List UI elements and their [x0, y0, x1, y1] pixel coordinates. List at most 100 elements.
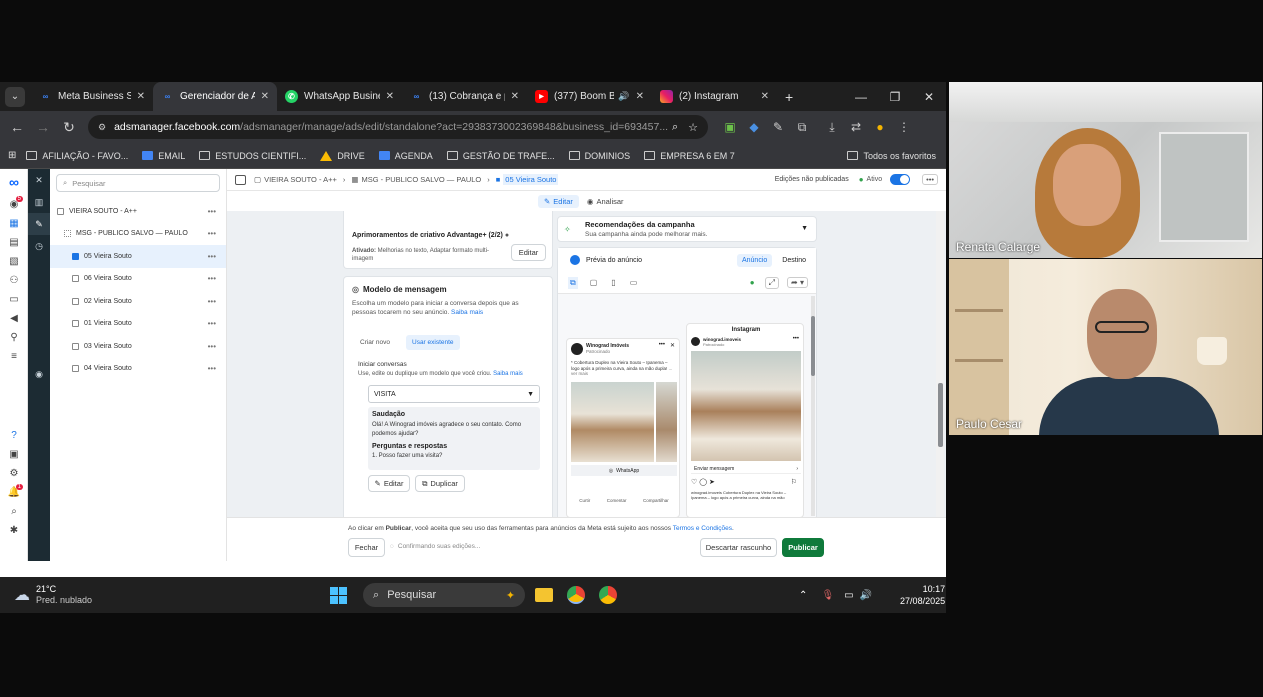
tab-whatsapp[interactable]: ✆ WhatsApp Busine ✕ — [277, 82, 402, 111]
menu-icon[interactable]: ≡ — [0, 347, 28, 366]
tab-billing[interactable]: ∞ (13) Cobrança e pa ✕ — [402, 82, 527, 111]
breadcrumb-adset[interactable]: MSG - PUBLICO SALVO — PAULO — [362, 175, 482, 184]
tree-ad[interactable]: 02 Vieira Souto ••• — [50, 290, 226, 313]
history-icon[interactable]: ◷ — [28, 235, 50, 257]
close-tab-icon[interactable]: ✕ — [511, 91, 519, 102]
preview-toggle[interactable] — [570, 255, 580, 265]
more-icon[interactable]: ••• — [208, 229, 216, 238]
chevron-up-icon[interactable]: ⌃ — [799, 590, 807, 601]
bookmark-star-icon[interactable]: ☆ — [688, 121, 698, 134]
more-icon[interactable]: ••• — [208, 364, 216, 373]
minimize-button[interactable]: — — [844, 90, 878, 104]
tab-youtube[interactable]: ▶ (377) Boom Ba 🔊 ✕ — [527, 82, 652, 111]
recommendations-card[interactable]: ✧ Recomendações da campanha Sua campanha… — [557, 216, 817, 242]
template-edit-button[interactable]: ✎ Editar — [368, 475, 410, 492]
toggle-panel-icon[interactable] — [235, 174, 246, 185]
bookmark-drive[interactable]: DRIVE — [320, 150, 365, 161]
chrome-profile-icon[interactable] — [599, 586, 618, 604]
publish-button[interactable]: Publicar — [782, 538, 824, 557]
audiences-icon[interactable]: ⚇ — [0, 271, 28, 290]
tab-meta-business[interactable]: ∞ Meta Business Sui ✕ — [31, 82, 153, 111]
template-duplicate-button[interactable]: ⧉ Duplicar — [415, 475, 465, 492]
weather-widget[interactable]: 21°C Pred. nublado — [36, 584, 92, 606]
bookmark-agenda[interactable]: AGENDA — [378, 151, 433, 161]
more-icon[interactable]: ••• — [208, 297, 216, 306]
chrome-icon[interactable] — [567, 586, 586, 604]
bookmark-folder[interactable]: AFILIAÇÃO - FAVO... — [26, 151, 128, 161]
apps-grid-icon[interactable]: ⊞ — [8, 150, 16, 161]
bookmark-folder[interactable]: DOMINIOS — [568, 151, 630, 161]
bookmark-folder[interactable]: ESTUDOS CIENTIFI... — [199, 151, 306, 161]
placements-icon[interactable]: ⧉ — [568, 276, 578, 289]
billing-icon[interactable]: ▭ — [0, 290, 28, 309]
tree-ad[interactable]: 01 Vieira Souto ••• — [50, 313, 226, 336]
media-icon[interactable]: ▧ — [0, 252, 28, 271]
speaker-icon[interactable]: 🔊 — [618, 91, 629, 102]
advantage-edit-button[interactable]: Editar — [511, 244, 546, 261]
close-tab-icon[interactable]: ✕ — [261, 91, 269, 102]
volume-icon[interactable]: 🔊 — [860, 590, 872, 601]
translate-icon[interactable]: ⇄ — [844, 120, 868, 134]
chevron-down-icon[interactable]: ▼ — [801, 225, 808, 232]
tab-edit[interactable]: ✎ Editar — [538, 194, 579, 208]
tab-instagram[interactable]: (2) Instagram ✕ — [652, 82, 777, 111]
people-icon[interactable]: ⚲ — [0, 328, 28, 347]
breadcrumb-campaign[interactable]: VIEIRA SOUTO - A++ — [264, 175, 337, 184]
bookmark-email[interactable]: EMAIL — [142, 151, 185, 161]
alerts-icon[interactable]: 🔔 1 — [0, 483, 28, 502]
url-bar[interactable]: ⚙ adsmanager.facebook.com /adsmanager/ma… — [88, 115, 708, 139]
discard-draft-button[interactable]: Descartar rascunho — [700, 538, 777, 557]
feed-icon[interactable]: ▢ — [590, 278, 598, 287]
tree-ad[interactable]: 06 Vieira Souto ••• — [50, 268, 226, 291]
notifications-icon[interactable]: ◉ 5 — [0, 195, 28, 214]
report-icon[interactable]: ▣ — [0, 445, 28, 464]
more-icon[interactable]: ••• — [208, 319, 216, 328]
reels-icon[interactable]: ▭ — [630, 278, 638, 287]
extension-icon[interactable]: ▣ — [718, 120, 742, 134]
settings-icon[interactable]: ⚙ — [0, 464, 28, 483]
more-icon[interactable]: ••• — [208, 252, 216, 261]
close-tab-icon[interactable]: ✕ — [137, 91, 145, 102]
search-icon[interactable]: ⌕ — [0, 502, 28, 521]
windows-start-icon[interactable] — [330, 586, 348, 604]
download-icon[interactable]: ⤓ — [820, 120, 844, 135]
terms-link[interactable]: Termos e Condições — [673, 525, 732, 532]
expand-icon[interactable]: ⤢ — [764, 276, 780, 289]
site-info-icon[interactable]: ⚙ — [98, 122, 106, 133]
maximize-button[interactable]: ❐ — [878, 90, 912, 104]
more-options-button[interactable]: ••• — [922, 174, 938, 185]
page-scrollbar[interactable] — [936, 211, 944, 517]
tree-ad[interactable]: 04 Vieira Souto ••• — [50, 358, 226, 381]
bookmark-folder[interactable]: EMPRESA 6 EM 7 — [644, 151, 735, 161]
puzzle-icon[interactable]: ⧉ — [790, 120, 814, 135]
learn-more-link[interactable]: Saiba mais — [451, 309, 483, 316]
pen-icon[interactable]: ✎ — [766, 120, 790, 134]
all-bookmarks[interactable]: Todos os favoritos — [847, 151, 936, 161]
tree-adset[interactable]: MSG - PUBLICO SALVO — PAULO ••• — [50, 223, 226, 246]
tab-analyze[interactable]: ◉ Analisar — [587, 197, 624, 206]
share-preview-button[interactable]: ➦ ▾ — [787, 277, 808, 288]
megaphone-icon[interactable]: ◀ — [0, 309, 28, 328]
close-tab-icon[interactable]: ✕ — [636, 91, 644, 102]
weather-cloud-icon[interactable]: ☁ — [14, 585, 30, 605]
stories-icon[interactable]: ▯ — [611, 278, 615, 287]
forward-icon[interactable]: → — [30, 119, 56, 135]
network-icon[interactable]: ▭ — [844, 590, 853, 601]
help-icon[interactable]: ? — [0, 426, 28, 445]
pages-icon[interactable]: ▤ — [0, 233, 28, 252]
meta-logo-icon[interactable]: ∞ — [0, 169, 28, 195]
collapse-icon[interactable]: ◉ — [28, 363, 50, 385]
preview-scrollbar[interactable] — [811, 296, 815, 516]
tab-ads-manager[interactable]: ∞ Gerenciador de A ✕ — [153, 82, 277, 111]
close-editor-icon[interactable]: ✕ — [28, 169, 50, 191]
zoom-icon[interactable]: ⌕ — [672, 121, 678, 134]
tab-use-existing[interactable]: Usar existente — [406, 335, 460, 350]
microphone-icon[interactable]: 🎙 — [821, 590, 834, 601]
tree-campaign[interactable]: VIEIRA SOUTO - A++ ••• — [50, 200, 226, 223]
tab-create-new[interactable]: Criar novo — [360, 339, 390, 346]
tab-ad-preview[interactable]: Anúncio — [736, 253, 773, 267]
tab-destination[interactable]: Destino — [782, 257, 806, 264]
bug-icon[interactable]: ✱ — [0, 521, 28, 540]
template-select[interactable]: VISITA ▼ — [368, 385, 540, 403]
chart-icon[interactable]: ▥ — [28, 191, 50, 213]
